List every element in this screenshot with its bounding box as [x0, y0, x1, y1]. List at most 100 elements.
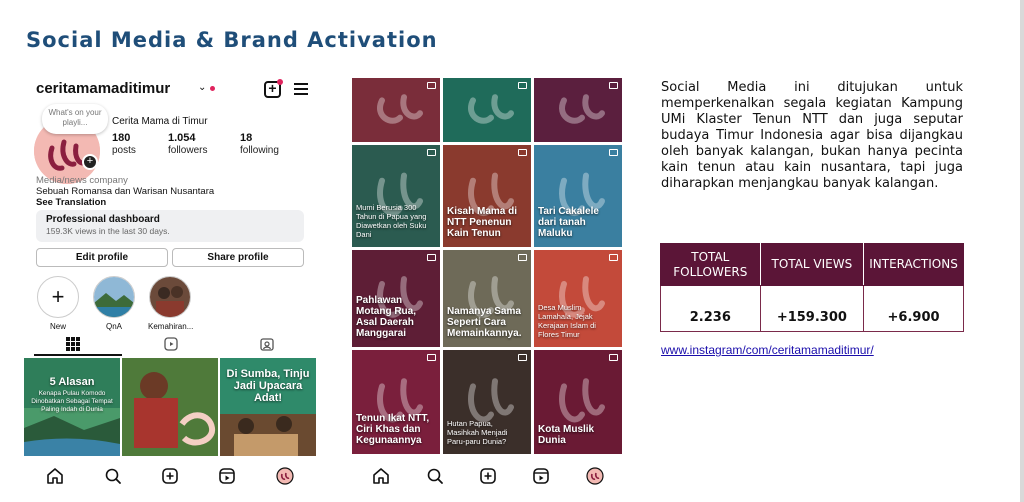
bottom-navbar	[352, 460, 624, 490]
instagram-link[interactable]: www.instagram/com/ceritamamaditimur/	[661, 343, 874, 357]
search-icon[interactable]	[426, 467, 444, 485]
table-header: TOTAL VIEWS	[759, 243, 865, 286]
slide-edge	[1020, 0, 1024, 502]
stat-value: 18	[240, 132, 253, 144]
create-icon[interactable]	[479, 467, 497, 485]
professional-dashboard[interactable]: Professional dashboard 159.3K views in t…	[36, 210, 304, 242]
pro-dashboard-sub: 159.3K views in the last 30 days.	[46, 226, 170, 236]
notification-dot	[210, 86, 215, 91]
carousel-icon	[518, 354, 527, 361]
stat-value: 180	[112, 132, 131, 144]
feed-screenshot: Mumi Berusia 300 Tahun di Papua yang Dia…	[352, 78, 624, 490]
table-cell-interactions: +6.900	[863, 285, 964, 332]
chevron-down-icon[interactable]: ⌄	[198, 82, 206, 93]
share-profile-button[interactable]: Share profile	[172, 248, 304, 267]
stat-label: following	[240, 145, 279, 156]
home-icon[interactable]	[46, 467, 64, 485]
stat-following[interactable]: 18 following	[240, 132, 279, 156]
carousel-icon	[609, 149, 618, 156]
post-caption: Desa Muslim Lamahala, Jejak Kerajaan Isl…	[538, 303, 596, 339]
stat-followers[interactable]: 1.054 followers	[168, 132, 207, 156]
see-translation-link[interactable]: See Translation	[36, 197, 106, 208]
feed-post[interactable]: Mumi Berusia 300 Tahun di Papua yang Dia…	[352, 145, 440, 247]
carousel-icon	[427, 254, 436, 261]
slide-title: Social Media & Brand Activation	[26, 28, 438, 52]
feed-post[interactable]: Kisah Mama di NTT Penenun Kain Tenun	[443, 145, 531, 247]
reels-icon[interactable]	[218, 467, 236, 485]
carousel-icon	[609, 354, 618, 361]
highlight-label: Kemahiran...	[148, 322, 194, 331]
carousel-icon	[427, 82, 436, 89]
profile-avatar-icon[interactable]	[276, 467, 294, 485]
highlight-qna[interactable]: QnA	[92, 276, 136, 331]
feed-post[interactable]	[352, 78, 440, 142]
stat-label: followers	[168, 145, 208, 156]
slide: Social Media & Brand Activation ceritama…	[0, 0, 1024, 502]
stat-posts[interactable]: 180 posts	[112, 132, 136, 156]
grid-post[interactable]: Di Sumba, Tinju Jadi Upacara Adat!	[220, 358, 316, 456]
profile-tabs	[24, 334, 316, 356]
search-icon[interactable]	[104, 467, 122, 485]
post-caption: Pahlawan Motang Rua, Asal Daerah Manggar…	[356, 295, 416, 339]
description-text: Social Media ini ditujukan untuk memperk…	[661, 80, 963, 191]
post-caption: Mumi Berusia 300 Tahun di Papua yang Dia…	[356, 203, 427, 239]
grid-icon[interactable]	[66, 337, 80, 351]
stat-value: 1.054	[168, 132, 196, 144]
feed-post[interactable]	[443, 78, 531, 142]
carousel-icon	[609, 254, 618, 261]
highlight-new[interactable]: + New	[36, 276, 80, 331]
profile-avatar-icon[interactable]	[586, 467, 604, 485]
bio-text: Sebuah Romansa dan Warisan Nusantara	[36, 186, 215, 197]
create-icon[interactable]	[161, 467, 179, 485]
post-caption: 5 Alasan	[49, 376, 95, 388]
carousel-icon	[427, 149, 436, 156]
post-caption: Hutan Papua, Masihkah Menjadi Paru-paru …	[447, 419, 508, 446]
post-caption: Tari Cakalele dari tanah Maluku	[538, 206, 599, 239]
feed-post[interactable]: Hutan Papua, Masihkah Menjadi Paru-paru …	[443, 350, 531, 454]
feed-post[interactable]: Tenun Ikat NTT, Ciri Khas dan Kegunaanny…	[352, 350, 440, 454]
carousel-icon	[609, 82, 618, 89]
reels-icon[interactable]	[164, 337, 178, 351]
bio-category: Media/news company	[36, 175, 128, 186]
feed-post[interactable]: Namanya Sama Seperti Cara Memainkannya.	[443, 250, 531, 347]
display-name: Cerita Mama di Timur	[112, 116, 208, 127]
profile-username[interactable]: ceritamamaditimur	[36, 80, 170, 97]
hamburger-menu-icon[interactable]	[294, 83, 308, 98]
grid-post[interactable]: 5 Alasan Kenapa Pulau Komodo Dinobatkan …	[24, 358, 120, 456]
feed-post[interactable]: Pahlawan Motang Rua, Asal Daerah Manggar…	[352, 250, 440, 347]
highlight-label: New	[49, 322, 66, 331]
pro-dashboard-title: Professional dashboard	[46, 214, 160, 225]
edit-profile-button[interactable]: Edit profile	[36, 248, 168, 267]
highlight-kemahiran[interactable]: Kemahiran...	[148, 276, 194, 331]
home-icon[interactable]	[372, 467, 390, 485]
post-caption: Namanya Sama Seperti Cara Memainkannya.	[447, 306, 522, 339]
table-cell-followers: 2.236	[660, 285, 761, 332]
post-caption: Kisah Mama di NTT Penenun Kain Tenun	[447, 206, 518, 239]
post-caption: Tenun Ikat NTT, Ciri Khas dan Kegunaanny…	[356, 413, 430, 446]
note-bubble[interactable]: What's on your playli...	[42, 104, 108, 134]
stat-label: posts	[112, 145, 136, 156]
stats-table: TOTAL FOLLOWERS TOTAL VIEWS INTERACTIONS…	[660, 243, 964, 332]
feed-post[interactable]: Desa Muslim Lamahala, Jejak Kerajaan Isl…	[534, 250, 622, 347]
add-story-icon[interactable]: +	[82, 154, 98, 170]
carousel-icon	[427, 354, 436, 361]
post-subcaption: Kenapa Pulau Komodo Dinobatkan Sebagai T…	[31, 390, 113, 413]
feed-post[interactable]: Kota Muslik Dunia	[534, 350, 622, 454]
active-tab-underline	[34, 354, 122, 356]
bottom-navbar	[24, 460, 316, 490]
grid-post[interactable]	[122, 358, 218, 456]
carousel-icon	[518, 149, 527, 156]
feed-post[interactable]	[534, 78, 622, 142]
profile-screenshot: ceritamamaditimur ⌄ + What's on your pla…	[24, 72, 316, 490]
reels-icon[interactable]	[532, 467, 550, 485]
feed-post[interactable]: Tari Cakalele dari tanah Maluku	[534, 145, 622, 247]
profile-post-grid: 5 Alasan Kenapa Pulau Komodo Dinobatkan …	[24, 358, 316, 456]
tagged-icon[interactable]	[260, 337, 274, 351]
table-cell-views: +159.300	[759, 285, 865, 332]
plus-icon: +	[37, 276, 79, 318]
notification-dot	[277, 79, 283, 85]
carousel-icon	[518, 254, 527, 261]
profile-header: ceritamamaditimur ⌄ +	[36, 79, 308, 102]
table-header: INTERACTIONS	[863, 243, 964, 286]
highlight-label: QnA	[105, 322, 122, 331]
